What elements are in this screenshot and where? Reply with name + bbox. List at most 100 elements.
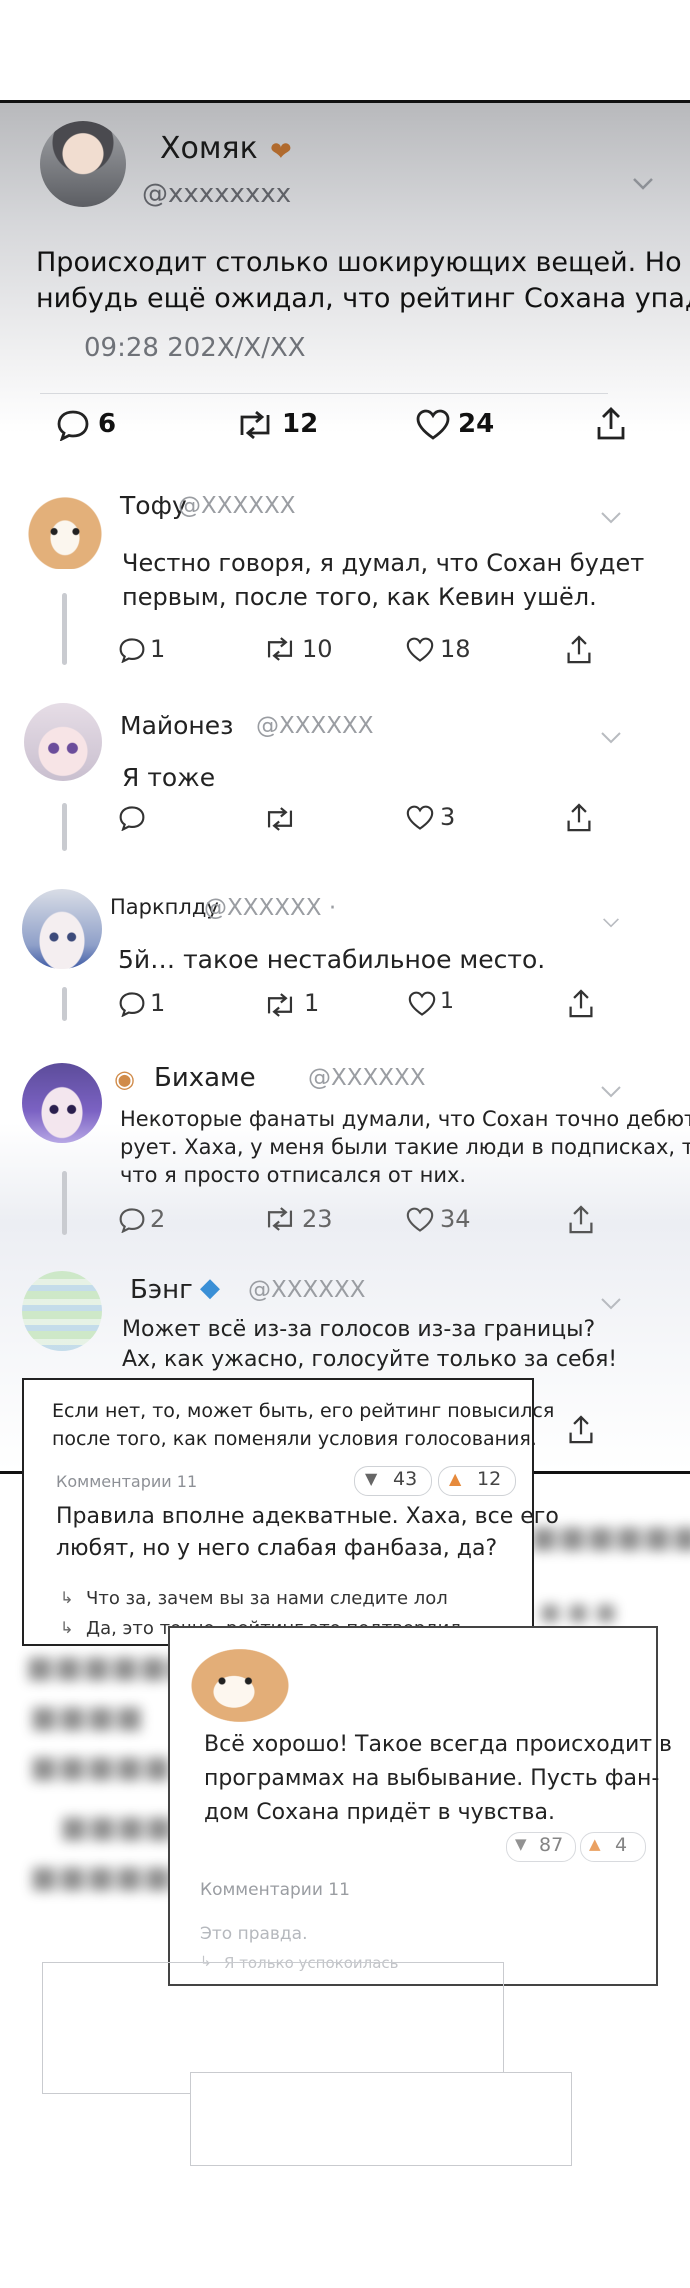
retweet-count: 10	[302, 635, 333, 663]
avatar[interactable]	[22, 1063, 102, 1143]
chevron-down-icon[interactable]	[600, 511, 622, 525]
share-icon[interactable]	[568, 989, 594, 1019]
reply-text-line1: Я тоже	[122, 763, 216, 792]
retweet-icon[interactable]	[264, 637, 296, 661]
chevron-down-icon[interactable]	[600, 1085, 622, 1099]
chevron-down-icon[interactable]	[602, 917, 620, 929]
like-count: 18	[440, 635, 471, 663]
comment-icon[interactable]	[118, 1207, 146, 1233]
thread-line	[62, 1171, 67, 1235]
share-icon[interactable]	[566, 635, 592, 665]
like-count: 24	[458, 409, 495, 439]
thumbs-down-icon: ▼	[515, 1835, 527, 1853]
dislike-button[interactable]: ▼ 43	[354, 1466, 432, 1496]
reply-text-line2: Ах, как ужасно, голосуйте только за себя…	[122, 1347, 618, 1372]
thread-line	[62, 803, 67, 851]
thumbs-down-icon: ▼	[365, 1469, 378, 1488]
share-icon[interactable]	[568, 1205, 594, 1235]
reply-handle[interactable]: @XXXXXX	[248, 1277, 366, 1303]
reply-name[interactable]: Бихаме	[154, 1063, 256, 1093]
comment-icon[interactable]	[118, 991, 146, 1017]
comment-text-line1: Всё хорошо! Такое всегда происходит в	[204, 1732, 673, 1757]
blurred-background-text: ■■■■■	[30, 1750, 172, 1785]
twitter-thread-panel: Хомяк ❤ @xxxxxxxx Происходит столько шок…	[0, 100, 690, 1474]
comment-icon[interactable]	[118, 805, 146, 831]
reply-handle[interactable]: @XXXXXX	[308, 1065, 426, 1091]
divider	[40, 393, 608, 394]
like-count: 34	[440, 1205, 471, 1233]
reply-handle[interactable]: @XXXXXX	[178, 493, 296, 519]
hamster-icon: ◉	[114, 1065, 135, 1093]
retweet-icon[interactable]	[264, 1207, 296, 1231]
retweet-count: 1	[304, 989, 320, 1017]
thread-line	[62, 987, 67, 1021]
avatar[interactable]	[24, 703, 102, 781]
post-timestamp: 09:28 202X/X/XX	[84, 333, 306, 363]
like-button[interactable]: ▲ 4	[580, 1832, 646, 1862]
avatar[interactable]	[40, 121, 126, 207]
share-icon[interactable]	[566, 803, 592, 833]
reply-handle[interactable]: @XXXXXX	[256, 713, 374, 739]
avatar	[186, 1636, 306, 1726]
heart-icon[interactable]	[406, 1207, 434, 1233]
reply-text-line3: что я просто отписался от них.	[120, 1163, 467, 1187]
display-name[interactable]: Хомяк	[160, 131, 258, 166]
avatar[interactable]	[26, 491, 104, 569]
avatar[interactable]	[22, 889, 102, 969]
retweet-icon[interactable]	[236, 411, 274, 439]
retweet-icon[interactable]	[264, 993, 296, 1017]
heart-icon[interactable]	[406, 805, 434, 831]
like-count: 3	[440, 803, 456, 831]
chevron-down-icon[interactable]	[600, 731, 622, 745]
reply-handle[interactable]: @XXXXXX ·	[204, 895, 336, 921]
empty-frame	[190, 2072, 572, 2166]
reply-text-line2: первым, после того, как Кевин ушёл.	[122, 583, 597, 611]
reply-count: 2	[150, 1205, 166, 1233]
heart-icon[interactable]	[416, 409, 450, 441]
blurred-background-text: ■ ■ ■	[540, 1600, 617, 1625]
reply-arrow: ↳	[60, 1618, 74, 1637]
thumbs-up-icon: ▲	[449, 1469, 462, 1488]
reply-name[interactable]: Тофу	[120, 491, 187, 520]
like-button[interactable]: ▲ 12	[438, 1466, 516, 1496]
comments-count[interactable]: Комментарии 11	[200, 1880, 350, 1900]
reply-count: 1	[150, 635, 166, 663]
chevron-down-icon[interactable]	[632, 177, 654, 191]
comment-text-line3: дом Сохана придёт в чувства.	[204, 1800, 555, 1825]
comment-icon[interactable]	[56, 409, 90, 441]
reply-text-line1: Честно говоря, я думал, что Сохан будет	[122, 549, 645, 577]
retweet-count: 12	[282, 409, 319, 439]
like-count: 12	[477, 1468, 502, 1490]
blurred-background-text: ■■■■	[30, 1700, 144, 1735]
thread-line	[62, 593, 67, 665]
reply-name[interactable]: Майонез	[120, 711, 233, 740]
thumbs-up-icon: ▲	[589, 1835, 601, 1853]
reply-text-line2: рует. Хаха, у меня были такие люди в под…	[120, 1135, 690, 1159]
reply-name[interactable]: Бэнг	[130, 1275, 193, 1305]
retweet-icon[interactable]	[264, 807, 296, 831]
comment-card: Всё хорошо! Такое всегда происходит в пр…	[168, 1626, 672, 1986]
avatar[interactable]	[22, 1271, 102, 1351]
handle[interactable]: @xxxxxxxx	[142, 179, 291, 209]
share-icon[interactable]	[596, 407, 626, 441]
reply-text-line1: Некоторые фанаты думали, что Сохан точно…	[120, 1107, 690, 1131]
reply-name[interactable]: Паркплду	[110, 895, 219, 919]
reply-count: 1	[150, 989, 166, 1017]
reply-text-line1: 5й… такое нестабильное место.	[118, 945, 546, 974]
comments-count[interactable]: Комментарии 11	[56, 1472, 197, 1491]
reply-text-line1: Может всё из-за голосов из-за границы?	[122, 1317, 596, 1342]
comment-text-line2: после того, как поменяли условия голосов…	[52, 1428, 537, 1450]
dislike-button[interactable]: ▼ 87	[506, 1832, 576, 1862]
comment-text-line2: программах на выбывание. Пусть фан-	[204, 1766, 660, 1791]
reply-count: 6	[98, 409, 117, 439]
share-icon[interactable]	[568, 1415, 594, 1445]
heart-icon[interactable]	[406, 637, 434, 663]
comment-icon[interactable]	[118, 637, 146, 663]
heart-icon[interactable]	[408, 991, 436, 1017]
reply-arrow: ↳	[60, 1588, 74, 1607]
like-count: 1	[440, 989, 454, 1014]
comment-card: Если нет, то, может быть, его рейтинг по…	[22, 1378, 559, 1646]
post-text-line1: Происходит столько шокирующих вещей. Но …	[36, 247, 690, 278]
reply-text-line2: любят, но у него слабая фанбаза, да?	[56, 1536, 498, 1561]
chevron-down-icon[interactable]	[600, 1297, 622, 1311]
